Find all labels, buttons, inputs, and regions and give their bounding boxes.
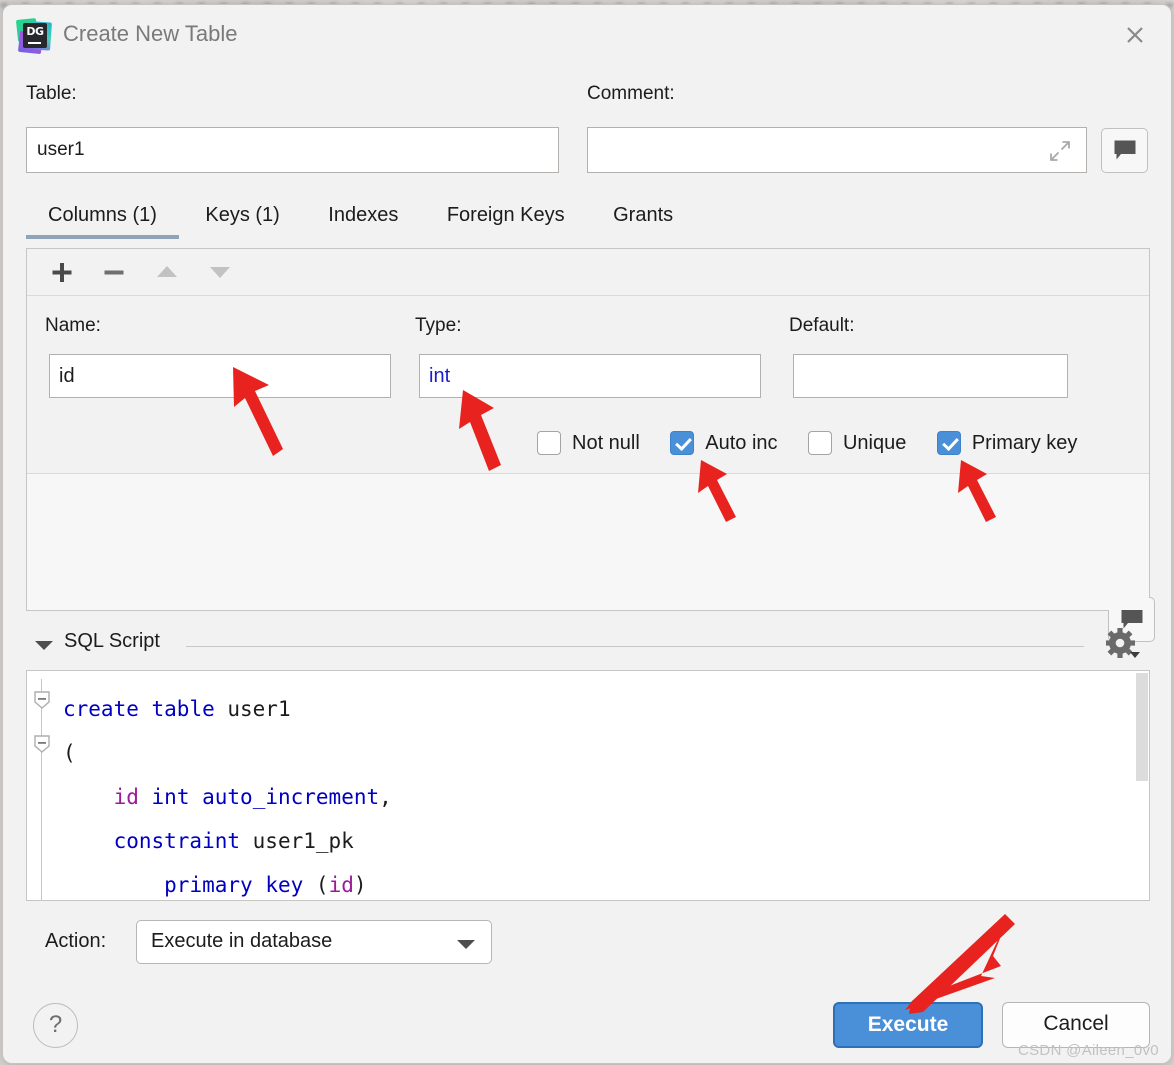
watermark: CSDN @Aileen_0v0 — [1018, 1042, 1159, 1059]
column-name-input[interactable] — [49, 354, 391, 398]
column-name-label: Name: — [45, 315, 101, 336]
checkbox-not-null[interactable]: Not null — [537, 431, 640, 455]
action-select[interactable]: Execute in database — [136, 920, 492, 964]
dialog-titlebar: DG Create New Table — [3, 5, 1171, 63]
checkbox-auto-inc-label: Auto inc — [705, 431, 778, 454]
triangle-down-icon[interactable] — [35, 641, 53, 650]
columns-empty-area — [27, 474, 1149, 610]
tab-columns[interactable]: Columns (1) — [26, 201, 179, 239]
checkbox-not-null-box[interactable] — [537, 431, 561, 455]
comment-bubble-icon — [1114, 140, 1135, 160]
plus-icon[interactable] — [45, 257, 79, 287]
fold-marker-icon[interactable] — [34, 735, 50, 753]
table-name-label: Table: — [26, 83, 77, 104]
section-rule — [186, 646, 1084, 647]
columns-keys-tabs: Columns (1) Keys (1) Indexes Foreign Key… — [26, 201, 1150, 246]
checkbox-unique[interactable]: Unique — [807, 431, 907, 455]
column-type-input[interactable] — [419, 354, 761, 398]
comment-label: Comment: — [587, 83, 675, 104]
columns-toolbar — [27, 249, 1149, 296]
checkbox-primary-key-box[interactable] — [936, 431, 961, 455]
execute-button[interactable]: Execute — [833, 1002, 983, 1048]
datagrip-icon: DG — [15, 18, 52, 55]
chevron-down-icon — [457, 940, 475, 949]
page-title: Create New Table — [63, 21, 238, 46]
sql-script-header: SQL Script — [26, 628, 1150, 666]
checkbox-auto-inc[interactable]: Auto inc — [670, 431, 778, 455]
minus-icon[interactable] — [97, 257, 131, 287]
sql-script-title: SQL Script — [64, 630, 160, 652]
comment-input[interactable] — [587, 127, 1087, 173]
checkbox-not-null-label: Not null — [572, 431, 640, 454]
checkbox-auto-inc-box[interactable] — [670, 431, 695, 455]
sql-code-text: create table user1 ( id int auto_increme… — [63, 697, 392, 897]
column-default-input[interactable] — [793, 354, 1068, 398]
tab-grants[interactable]: Grants — [591, 201, 695, 239]
column-type-label: Type: — [415, 315, 462, 336]
fold-marker-icon[interactable] — [34, 691, 50, 709]
column-flags-row: Not null Auto inc Unique Primary key — [537, 431, 1077, 461]
triangle-up-icon[interactable] — [150, 257, 184, 287]
sql-script-editor[interactable]: create table user1 ( id int auto_increme… — [26, 670, 1150, 901]
gear-icon[interactable] — [1105, 628, 1148, 666]
action-label: Action: — [45, 930, 107, 952]
tab-indexes[interactable]: Indexes — [306, 201, 420, 239]
editor-scrollbar[interactable] — [1135, 671, 1149, 900]
tab-foreign-keys[interactable]: Foreign Keys — [425, 201, 587, 239]
column-default-label: Default: — [789, 315, 855, 336]
editor-gutter — [27, 671, 58, 900]
help-button[interactable]: ? — [33, 1003, 78, 1048]
checkbox-primary-key[interactable]: Primary key — [936, 431, 1078, 455]
checkbox-primary-key-label: Primary key — [971, 431, 1078, 454]
checkbox-unique-box[interactable] — [807, 431, 832, 455]
columns-panel: Name: Type: Default: Not null Auto inc U… — [26, 248, 1155, 642]
checkbox-unique-label: Unique — [842, 431, 907, 454]
editor-scrollbar-thumb[interactable] — [1136, 673, 1148, 781]
create-new-table-dialog: DG Create New Table Table: Comment: Colu… — [2, 4, 1172, 1064]
close-icon[interactable] — [1119, 19, 1151, 51]
action-select-value: Execute in database — [151, 930, 333, 952]
table-name-input[interactable] — [26, 127, 559, 173]
triangle-down-icon[interactable] — [203, 257, 237, 287]
comment-bubble-button[interactable] — [1101, 128, 1148, 173]
tab-keys[interactable]: Keys (1) — [183, 201, 301, 239]
